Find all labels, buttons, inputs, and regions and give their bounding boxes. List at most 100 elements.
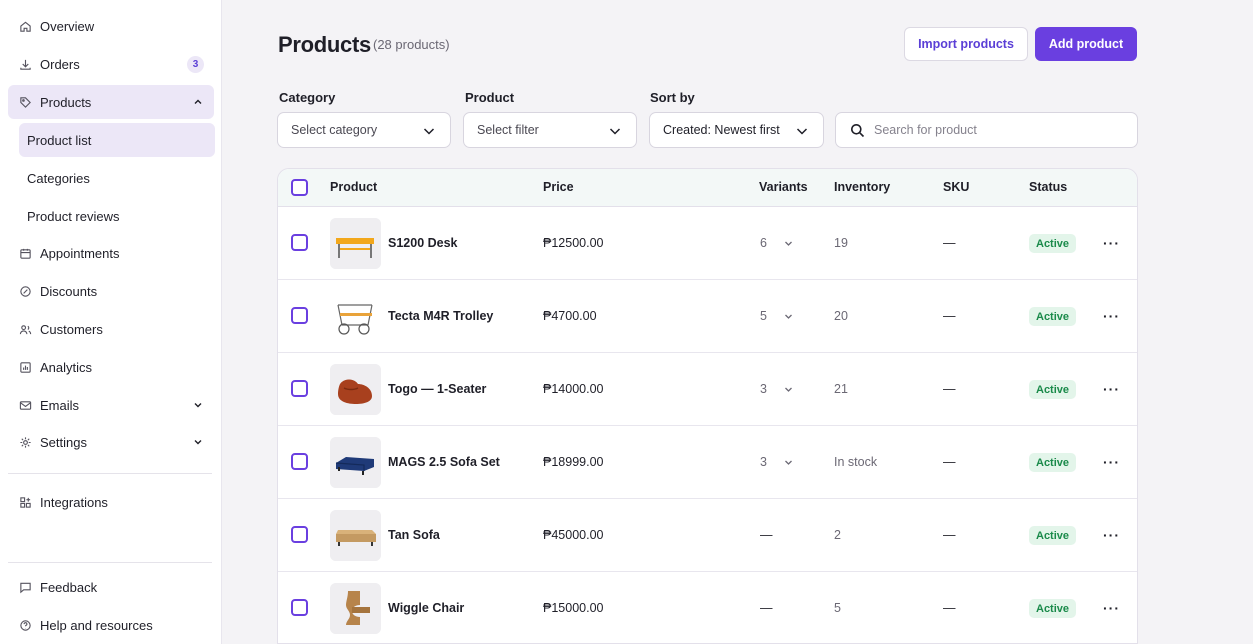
sidebar-item-overview[interactable]: Overview [8,9,214,43]
add-product-button[interactable]: Add product [1035,27,1137,61]
download-icon [18,57,32,71]
column-header-variants[interactable]: Variants [759,180,808,194]
chevron-up-icon[interactable] [192,96,204,108]
column-header-status[interactable]: Status [1029,180,1067,194]
mail-icon [18,398,32,412]
inventory-value: 21 [834,382,848,396]
more-options-icon[interactable]: ··· [1103,527,1120,543]
sidebar-item-label: Product reviews [27,208,120,224]
product-price: ₱12500.00 [543,236,604,250]
product-name[interactable]: Wiggle Chair [388,601,464,615]
sidebar-item-products[interactable]: Products [8,85,214,119]
sidebar-item-feedback[interactable]: Feedback [8,570,214,604]
column-header-product[interactable]: Product [330,180,377,194]
search-box[interactable] [835,112,1138,148]
sort-select[interactable]: Created: Newest first [649,112,824,148]
more-options-icon[interactable]: ··· [1103,600,1120,616]
more-options-icon[interactable]: ··· [1103,381,1120,397]
desk-image [330,218,381,269]
chevron-down-icon [784,387,792,392]
sidebar-item-label: Analytics [40,359,93,375]
sidebar-item-emails[interactable]: Emails [8,388,214,422]
product-filter-value: Select filter [477,123,539,137]
sidebar-item-label: Appointments [40,245,120,261]
category-select[interactable]: Select category [277,112,451,148]
table-row[interactable]: Tecta M4R Trolley ₱4700.00 5 20 — Active… [278,280,1137,353]
sidebar-item-label: Settings [40,434,87,450]
chevron-down-icon [609,128,621,135]
sidebar-item-label: Product list [27,132,92,148]
product-name[interactable]: Togo — 1-Seater [388,382,486,396]
sidebar-item-label: Customers [40,321,103,337]
variants-dropdown[interactable]: 6 [760,236,793,250]
table-row[interactable]: MAGS 2.5 Sofa Set ₱18999.00 3 In stock —… [278,426,1137,499]
sidebar-item-integrations[interactable]: Integrations [8,485,214,519]
column-header-inventory[interactable]: Inventory [834,180,890,194]
sidebar-item-appointments[interactable]: Appointments [8,236,214,270]
more-options-icon[interactable]: ··· [1103,235,1120,251]
sku-value: — [943,236,956,250]
calendar-icon [18,246,32,260]
sidebar-item-label: Discounts [40,283,98,299]
row-checkbox[interactable] [291,307,308,324]
chevron-down-icon[interactable] [192,436,204,448]
product-price: ₱15000.00 [543,601,604,615]
select-all-checkbox[interactable] [291,179,308,196]
wiggle-chair-image [330,583,381,634]
sidebar-item-label: Feedback [40,579,98,595]
product-price: ₱14000.00 [543,382,604,396]
product-name[interactable]: MAGS 2.5 Sofa Set [388,455,500,469]
row-checkbox[interactable] [291,526,308,543]
inventory-value: 5 [834,601,841,615]
search-input[interactable] [874,123,1114,137]
variant-count: 3 [760,382,767,396]
column-header-sku[interactable]: SKU [943,180,969,194]
sidebar-divider [8,473,212,474]
sidebar-item-categories[interactable]: Categories [19,161,215,195]
variants-dropdown[interactable]: 3 [760,455,793,469]
variants-dropdown[interactable]: 3 [760,382,793,396]
table-row[interactable]: Tan Sofa ₱45000.00 — 2 — Active ··· [278,499,1137,572]
table-row[interactable]: S1200 Desk ₱12500.00 6 19 — Active ··· [278,207,1137,280]
chevron-down-icon [784,460,792,465]
table-row[interactable]: Wiggle Chair ₱15000.00 — 5 — Active ··· [278,572,1137,643]
tag-icon [18,95,32,109]
sku-value: — [943,455,956,469]
variant-count: 3 [760,455,767,469]
sidebar-item-product-reviews[interactable]: Product reviews [19,199,215,233]
chevron-down-icon[interactable] [192,399,204,411]
chevron-down-icon [423,128,435,135]
product-name[interactable]: Tan Sofa [388,528,440,542]
row-checkbox[interactable] [291,599,308,616]
table-row[interactable]: Togo — 1-Seater ₱14000.00 3 21 — Active … [278,353,1137,426]
more-options-icon[interactable]: ··· [1103,454,1120,470]
integrations-icon [18,495,32,509]
inventory-value: 20 [834,309,848,323]
products-table: Product Price Variants Inventory SKU Sta… [277,168,1138,644]
sidebar-item-settings[interactable]: Settings [8,425,214,459]
sidebar-item-orders[interactable]: Orders 3 [8,47,214,81]
product-name[interactable]: Tecta M4R Trolley [388,309,493,323]
sidebar-item-analytics[interactable]: Analytics [8,350,214,384]
product-price: ₱4700.00 [543,309,597,323]
import-products-button[interactable]: Import products [904,27,1028,61]
lounge-chair-image [330,364,381,415]
sidebar-item-product-list[interactable]: Product list [19,123,215,157]
sidebar-item-customers[interactable]: Customers [8,312,214,346]
chevron-down-icon [784,241,792,246]
trolley-image [330,291,381,342]
row-checkbox[interactable] [291,380,308,397]
row-checkbox[interactable] [291,453,308,470]
sidebar-item-help[interactable]: Help and resources [8,608,214,642]
product-filter-select[interactable]: Select filter [463,112,637,148]
sofa-image [330,437,381,488]
variants-dropdown[interactable]: 5 [760,309,793,323]
orders-count-badge: 3 [187,55,204,73]
product-name[interactable]: S1200 Desk [388,236,458,250]
category-filter-label: Category [279,90,336,105]
sidebar-item-discounts[interactable]: Discounts [8,274,214,308]
row-checkbox[interactable] [291,234,308,251]
column-header-price[interactable]: Price [543,180,574,194]
category-select-value: Select category [291,123,378,137]
more-options-icon[interactable]: ··· [1103,308,1120,324]
